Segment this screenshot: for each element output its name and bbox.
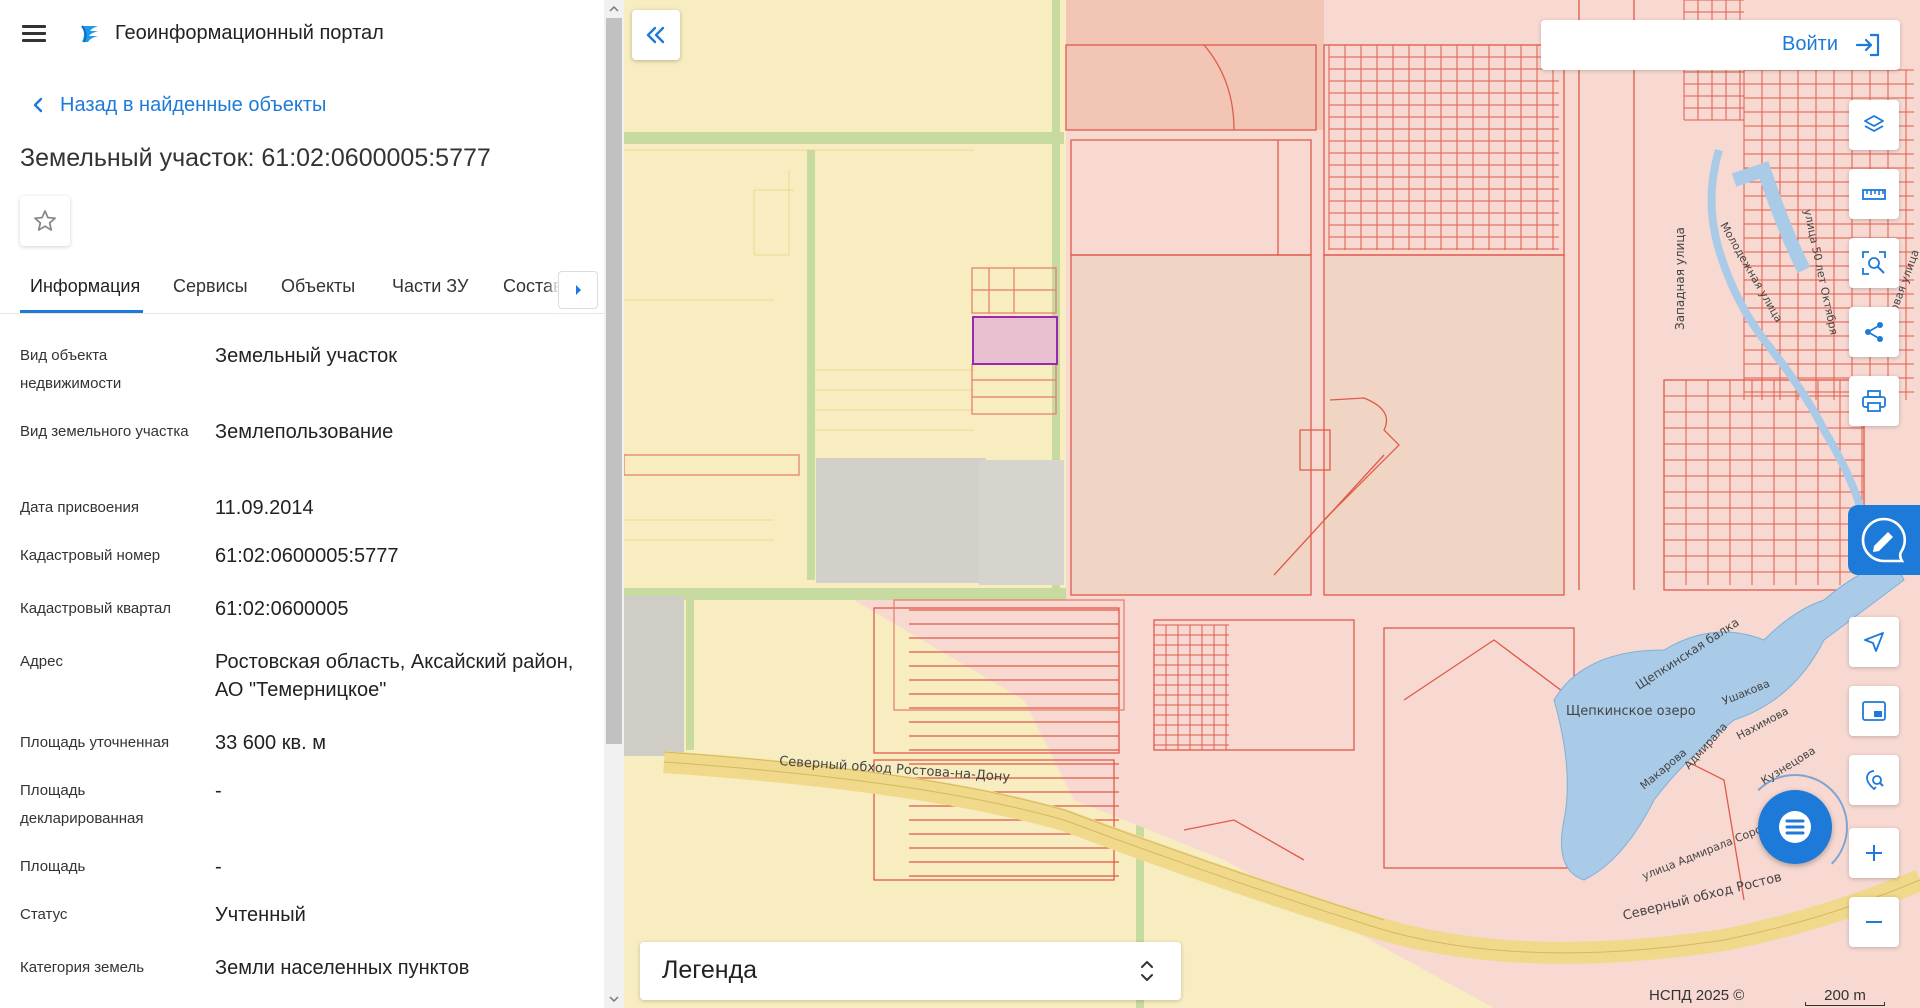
chevron-left-icon bbox=[33, 97, 43, 113]
legend-title: Легенда bbox=[662, 956, 758, 984]
info-value: 61:02:0600005 bbox=[215, 598, 349, 620]
tab-information[interactable]: Информация bbox=[30, 276, 140, 297]
ruler-icon bbox=[1862, 189, 1886, 200]
info-label: Площадь декларированная bbox=[20, 782, 144, 827]
info-label: Адрес bbox=[20, 653, 63, 670]
info-value: Земельный участок bbox=[215, 345, 398, 367]
tab-services[interactable]: Сервисы bbox=[173, 276, 248, 297]
info-panel: Геоинформационный портал Назад в найденн… bbox=[0, 0, 604, 1008]
chevron-up-down-icon bbox=[1141, 961, 1153, 981]
lake-label: Щепкинское озеро bbox=[1566, 704, 1696, 719]
panel-scrollbar[interactable] bbox=[604, 0, 624, 1008]
zoom-in-button[interactable] bbox=[1849, 828, 1899, 878]
info-label: Кадастровый квартал bbox=[20, 600, 172, 617]
back-link-label: Назад в найденные объекты bbox=[60, 93, 327, 116]
login-label: Войти bbox=[1782, 33, 1838, 55]
cadastral-map[interactable]: Северный обход Ростова-на-Дону Северный … bbox=[624, 0, 1920, 1008]
share-button[interactable] bbox=[1849, 307, 1899, 357]
info-value: - bbox=[215, 856, 222, 878]
info-label: Категория земель bbox=[20, 959, 145, 976]
print-icon bbox=[1862, 390, 1886, 412]
info-label: Кадастровый номер bbox=[20, 547, 161, 564]
info-label: Площадь bbox=[20, 858, 86, 875]
info-label: Площадь уточненная bbox=[20, 734, 170, 751]
chevron-down-icon bbox=[609, 996, 619, 1003]
info-value: 11.09.2014 bbox=[215, 497, 314, 519]
measure-button[interactable] bbox=[1849, 169, 1899, 219]
info-value: Землепользование bbox=[215, 421, 394, 443]
login-button[interactable]: Войти bbox=[1541, 20, 1900, 70]
caret-right-icon bbox=[576, 285, 581, 295]
navigate-button[interactable] bbox=[1849, 617, 1899, 667]
info-value: 33 600 кв. м bbox=[215, 732, 326, 754]
map-copyright: НСПД 2025 © bbox=[1649, 987, 1745, 1004]
tab-objects[interactable]: Объекты bbox=[281, 276, 355, 297]
message-pen-icon bbox=[1861, 517, 1907, 563]
favorite-button[interactable] bbox=[20, 196, 70, 246]
legend-toggle[interactable]: Легенда bbox=[640, 942, 1181, 1000]
info-label: Вид объекта недвижимости bbox=[20, 347, 122, 392]
scrollbar-thumb[interactable] bbox=[606, 18, 622, 744]
chat-icon bbox=[1779, 811, 1811, 843]
plus-icon bbox=[1866, 845, 1882, 861]
print-button[interactable] bbox=[1849, 376, 1899, 426]
tab-composition[interactable]: Состав bbox=[503, 276, 563, 297]
active-tab-indicator bbox=[20, 310, 143, 313]
info-label: Дата присвоения bbox=[20, 499, 139, 516]
portal-title: Геоинформационный портал bbox=[115, 22, 384, 44]
panel-header: Геоинформационный портал bbox=[0, 0, 604, 70]
tabs-scroll-right-button[interactable] bbox=[558, 271, 598, 309]
info-label: Статус bbox=[20, 906, 68, 923]
minimap-icon bbox=[1862, 701, 1886, 721]
map-canvas[interactable]: Северный обход Ростова-на-Дону Северный … bbox=[624, 0, 1920, 1008]
map-scale-bar bbox=[1805, 1002, 1885, 1006]
area-search-icon bbox=[1862, 251, 1886, 275]
navigation-arrow-icon bbox=[1864, 632, 1884, 652]
info-value: 61:02:0600005:5777 bbox=[215, 545, 399, 567]
info-label: Вид земельного участка bbox=[20, 423, 189, 440]
portal-logo-icon bbox=[81, 25, 98, 43]
collapse-panel-button[interactable] bbox=[632, 10, 680, 60]
info-value: - bbox=[215, 780, 222, 802]
star-icon bbox=[34, 210, 56, 231]
scroll-up-button[interactable] bbox=[604, 0, 624, 18]
info-value: Ростовская область, Аксайский район, АО … bbox=[215, 651, 574, 701]
tab-parts[interactable]: Части ЗУ bbox=[392, 276, 468, 297]
menu-icon[interactable] bbox=[22, 25, 46, 43]
object-tabs: Информация Сервисы Объекты Части ЗУ Сост… bbox=[0, 266, 604, 314]
object-title: Земельный участок: 61:02:0600005:5777 bbox=[20, 144, 491, 172]
share-icon bbox=[1865, 322, 1883, 342]
info-panel-content: Геоинформационный портал Назад в найденн… bbox=[0, 0, 604, 1008]
chat-button[interactable] bbox=[1758, 790, 1832, 864]
geo-search-button[interactable] bbox=[1849, 755, 1899, 805]
info-value: Земли населенных пунктов bbox=[215, 957, 470, 979]
minus-icon bbox=[1866, 921, 1882, 923]
minimap-button[interactable] bbox=[1849, 686, 1899, 736]
selected-parcel[interactable] bbox=[972, 316, 1058, 365]
location-search-icon bbox=[1866, 770, 1884, 791]
scroll-down-button[interactable] bbox=[604, 990, 624, 1008]
street-label: Западная улица bbox=[1673, 227, 1687, 330]
feedback-panel-button[interactable] bbox=[1848, 505, 1920, 575]
back-to-results-link[interactable]: Назад в найденные объекты bbox=[28, 92, 326, 118]
chevron-up-icon bbox=[609, 5, 619, 12]
layers-icon bbox=[1864, 115, 1884, 132]
double-chevron-left-icon bbox=[646, 26, 665, 44]
login-icon bbox=[1855, 33, 1880, 57]
zoom-out-button[interactable] bbox=[1849, 897, 1899, 947]
select-area-button[interactable] bbox=[1849, 238, 1899, 288]
layers-button[interactable] bbox=[1849, 100, 1899, 150]
info-value: Учтенный bbox=[215, 904, 306, 926]
